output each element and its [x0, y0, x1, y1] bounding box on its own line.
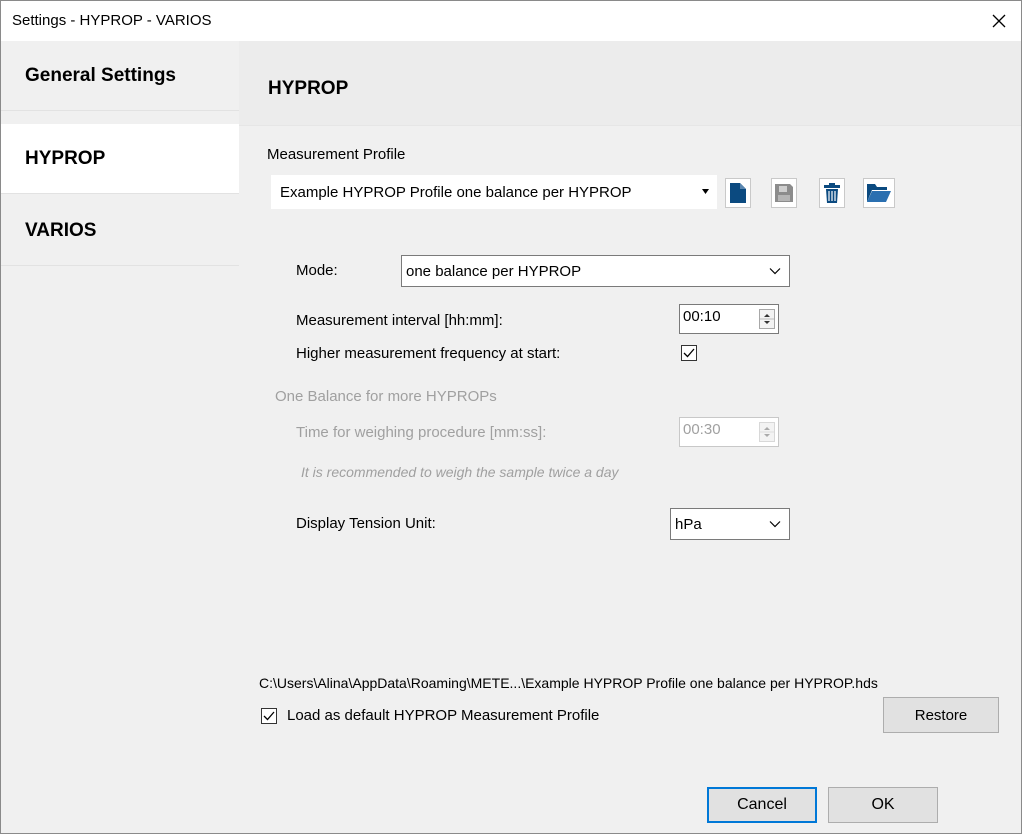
close-button[interactable] [977, 1, 1021, 41]
mode-label: Mode: [296, 262, 338, 279]
ok-button[interactable]: OK [828, 787, 938, 823]
sidebar-item-varios[interactable]: VARIOS [1, 196, 239, 266]
settings-window: Settings - HYPROP - VARIOS General Setti… [0, 0, 1022, 834]
save-disk-icon [775, 184, 793, 202]
window-title: Settings - HYPROP - VARIOS [12, 12, 212, 29]
sidebar-item-hyprop[interactable]: HYPROP [1, 124, 239, 194]
new-file-icon [730, 183, 746, 203]
open-profile-button[interactable] [863, 178, 895, 208]
spinner-arrows-icon[interactable] [759, 422, 775, 442]
tension-unit-dropdown[interactable]: hPa [670, 508, 790, 540]
measurement-interval-spinner[interactable]: 00:10 [679, 304, 779, 334]
checkmark-icon [263, 711, 275, 721]
trash-icon [824, 183, 840, 203]
higher-frequency-checkbox[interactable] [681, 345, 697, 361]
chevron-down-icon [769, 521, 781, 528]
ok-button-label: OK [871, 796, 895, 813]
title-bar: Settings - HYPROP - VARIOS [1, 1, 1021, 41]
open-folder-icon [867, 184, 891, 202]
measurement-profile-value: Example HYPROP Profile one balance per H… [280, 183, 632, 201]
cancel-button[interactable]: Cancel [707, 787, 817, 823]
restore-button-label: Restore [914, 706, 968, 724]
tension-unit-value: hPa [675, 515, 702, 533]
new-profile-button[interactable] [725, 178, 751, 208]
save-profile-button[interactable] [771, 178, 797, 208]
main-panel: HYPROP Measurement Profile Example HYPRO… [239, 41, 1021, 833]
delete-profile-button[interactable] [819, 178, 845, 208]
sidebar-item-general-settings[interactable]: General Settings [1, 41, 239, 111]
higher-frequency-label: Higher measurement frequency at start: [296, 345, 561, 362]
measurement-interval-label: Measurement interval [hh:mm]: [296, 312, 503, 329]
chevron-down-icon [769, 268, 781, 275]
restore-button[interactable]: Restore [883, 697, 999, 733]
cancel-button-label: Cancel [737, 796, 787, 813]
dropdown-arrow-icon [702, 189, 709, 194]
weighing-time-label: Time for weighing procedure [mm:ss]: [296, 424, 547, 441]
weighing-time-spinner[interactable]: 00:30 [679, 417, 779, 447]
weighing-time-value: 00:30 [683, 421, 721, 438]
checkmark-icon [683, 348, 695, 358]
tension-unit-label: Display Tension Unit: [296, 515, 436, 532]
measurement-interval-value: 00:10 [683, 308, 721, 325]
measurement-profile-label: Measurement Profile [267, 146, 406, 163]
sidebar-item-label: General Settings [25, 64, 176, 86]
page-title: HYPROP [268, 78, 349, 99]
sidebar-item-label: HYPROP [25, 147, 106, 169]
mode-value: one balance per HYPROP [406, 262, 582, 280]
profile-file-path: C:\Users\Alina\AppData\Roaming\METE...\E… [259, 675, 878, 691]
one-balance-group-label: One Balance for more HYPROPs [275, 388, 497, 405]
panel-header: HYPROP [239, 41, 1021, 126]
mode-dropdown[interactable]: one balance per HYPROP [401, 255, 790, 287]
load-default-checkbox[interactable] [261, 708, 277, 724]
spinner-arrows-icon[interactable] [759, 309, 775, 329]
load-default-label: Load as default HYPROP Measurement Profi… [287, 707, 600, 724]
measurement-profile-dropdown[interactable]: Example HYPROP Profile one balance per H… [271, 175, 717, 209]
weighing-hint-text: It is recommended to weigh the sample tw… [301, 464, 619, 480]
close-icon [992, 14, 1006, 28]
sidebar: General Settings HYPROP VARIOS [1, 41, 239, 833]
sidebar-item-label: VARIOS [25, 219, 97, 241]
